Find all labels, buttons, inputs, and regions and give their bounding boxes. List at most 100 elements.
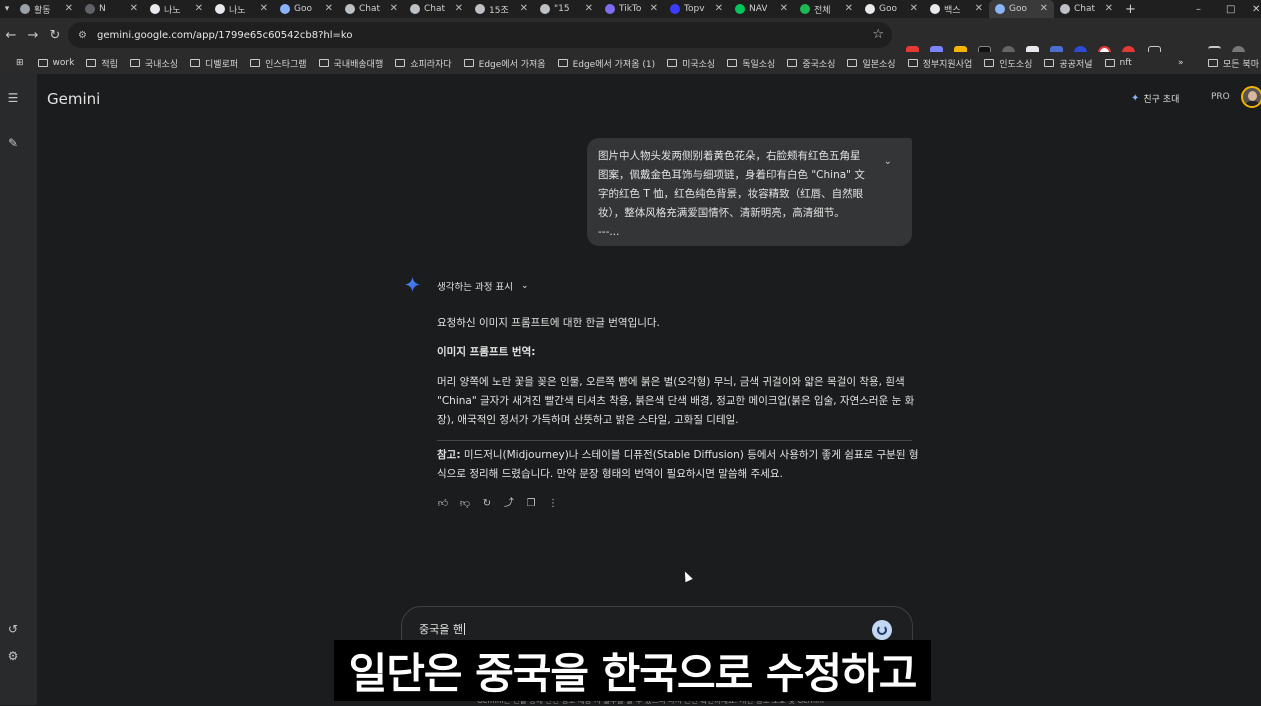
bookmark-folder[interactable]: Edge에서 가져옴 (1) <box>557 57 655 70</box>
browser-tab[interactable]: N ✕ <box>79 0 144 18</box>
tab-close-icon[interactable]: ✕ <box>845 3 853 14</box>
activity-history-icon[interactable]: ↺ <box>6 622 20 636</box>
browser-tab[interactable]: 백스 ✕ <box>924 0 989 18</box>
tab-favicon-icon <box>475 4 485 14</box>
bookmark-folder[interactable]: nft <box>1104 57 1132 70</box>
tab-close-icon[interactable]: ✕ <box>780 3 788 14</box>
bookmark-list: work 적립 국내소싱 디벨로퍼 인스타그램 국내배송대행 쇼피라자다 Edge에서 가져옴… <box>37 57 1144 70</box>
browser-tab[interactable]: Goo ✕ <box>859 0 924 18</box>
bookmark-star-icon[interactable]: ☆ <box>872 27 884 42</box>
side-rail: ☰ ✎ ↺ ⚙ <box>0 74 37 705</box>
tab-close-icon[interactable]: ✕ <box>130 3 138 14</box>
bookmark-folder[interactable]: 국내소싱 <box>129 57 178 70</box>
bookmark-folder[interactable]: Edge에서 가져옴 <box>463 57 546 70</box>
bookmark-folder[interactable]: 국내배송대행 <box>318 57 384 70</box>
bookmark-folder[interactable]: 쇼피라자다 <box>395 57 452 70</box>
browser-tab[interactable]: 15조 ✕ <box>469 0 534 18</box>
invite-friend-button[interactable]: ✦ 친구 초대 <box>1131 92 1179 105</box>
tab-close-icon[interactable]: ✕ <box>910 3 918 14</box>
share-icon[interactable]: ⤴ <box>503 498 515 510</box>
user-message-line: 图案，佩戴金色耳饰与细项链，身着印有白色 "China" 文 <box>598 169 865 181</box>
account-avatar[interactable] <box>1241 86 1261 108</box>
bookmark-folder[interactable]: 미국소싱 <box>667 57 715 70</box>
browser-tab[interactable]: Goo ✕ <box>989 0 1054 18</box>
browser-tab[interactable]: 활동 ✕ <box>14 0 79 18</box>
tab-close-icon[interactable]: ✕ <box>650 3 658 14</box>
bookmark-folder[interactable]: 정부지원사업 <box>907 57 973 70</box>
new-tab-button[interactable]: + <box>1125 2 1136 17</box>
more-options-icon[interactable]: ⋮ <box>547 498 559 510</box>
tab-label: 전체 <box>814 5 831 16</box>
folder-icon <box>37 59 48 67</box>
browser-tab[interactable]: Chat ✕ <box>1054 0 1119 18</box>
tab-search-icon[interactable]: ▾ <box>0 0 14 18</box>
close-window-button[interactable]: ✕ <box>1252 0 1260 18</box>
back-icon[interactable]: ← <box>0 28 22 43</box>
bookmark-folder[interactable]: 공공저널 <box>1044 57 1093 70</box>
expand-chevron-icon[interactable]: ⌄ <box>884 152 892 171</box>
address-bar[interactable]: ⚙ gemini.google.com/app/1799e65c60542cb8… <box>68 22 892 48</box>
tab-close-icon[interactable]: ✕ <box>325 3 333 14</box>
bookmark-folder[interactable]: 중국소싱 <box>787 57 835 70</box>
bookmark-label: 국내배송대행 <box>333 59 384 70</box>
tab-close-icon[interactable]: ✕ <box>1105 3 1113 14</box>
thumbs-up-icon[interactable]: 👍︎ <box>437 498 449 510</box>
show-thinking-toggle[interactable]: 생각하는 과정 표시 ⌄ <box>437 279 529 293</box>
browser-tab[interactable]: 전체 ✕ <box>794 0 859 18</box>
browser-tab[interactable]: Chat ✕ <box>339 0 404 18</box>
bookmark-folder[interactable]: 적립 <box>86 57 118 70</box>
send-button[interactable] <box>872 620 892 640</box>
tab-close-icon[interactable]: ✕ <box>260 3 268 14</box>
all-bookmarks-button[interactable]: 모든 북마 <box>1208 57 1259 70</box>
bookmark-folder[interactable]: 인도소싱 <box>984 57 1032 70</box>
gemini-logo-text[interactable]: Gemini <box>47 90 100 108</box>
regenerate-icon[interactable]: ↻ <box>481 498 493 510</box>
tab-close-icon[interactable]: ✕ <box>455 3 463 14</box>
bookmark-folder[interactable]: 독일소싱 <box>727 57 775 70</box>
prompt-input-field[interactable]: 중국을 핸 <box>419 621 465 637</box>
browser-tab[interactable]: TikTo ✕ <box>599 0 664 18</box>
browser-tab[interactable]: Topv ✕ <box>664 0 729 18</box>
browser-tab[interactable]: Chat ✕ <box>404 0 469 18</box>
new-chat-icon[interactable]: ✎ <box>6 136 20 150</box>
tab-favicon-icon <box>995 4 1005 14</box>
bookmark-label: nft <box>1119 58 1132 68</box>
tab-favicon-icon <box>1060 4 1070 14</box>
bookmark-folder[interactable]: work <box>37 57 74 70</box>
main-menu-icon[interactable]: ☰ <box>6 91 20 105</box>
tab-favicon-icon <box>800 4 810 14</box>
bookmarks-more-button[interactable]: » <box>1178 58 1184 68</box>
tab-label: Chat <box>1074 4 1096 14</box>
bookmark-label: 정부지원사업 <box>922 59 973 70</box>
copy-icon[interactable]: ❐ <box>525 498 537 510</box>
apps-grid-icon[interactable]: ⊞ <box>16 58 24 68</box>
browser-tab[interactable]: NAV ✕ <box>729 0 794 18</box>
tab-close-icon[interactable]: ✕ <box>715 3 723 14</box>
folder-icon <box>86 59 97 67</box>
bookmark-folder[interactable]: 디벨로퍼 <box>190 57 238 70</box>
tab-label: "15 <box>554 4 570 14</box>
sparkle-icon: ✦ <box>1131 93 1140 104</box>
maximize-button[interactable]: □ <box>1226 0 1235 18</box>
tab-close-icon[interactable]: ✕ <box>975 3 983 14</box>
browser-tab[interactable]: "15 ✕ <box>534 0 599 18</box>
browser-tab[interactable]: 나노 ✕ <box>209 0 274 18</box>
browser-tab-strip: ▾ 활동 ✕ N ✕ 나노 ✕ 나노 ✕ Goo ✕ Chat ✕ Chat ✕ 15조 ✕ "15 ✕ TikTo… <box>0 0 1261 18</box>
tab-close-icon[interactable]: ✕ <box>195 3 203 14</box>
browser-tab[interactable]: 나노 ✕ <box>144 0 209 18</box>
minimize-button[interactable]: – <box>1196 0 1201 18</box>
bookmark-label: 독일소싱 <box>742 59 776 70</box>
reload-icon[interactable]: ↻ <box>44 28 66 43</box>
tab-close-icon[interactable]: ✕ <box>390 3 398 14</box>
tab-close-icon[interactable]: ✕ <box>1040 3 1048 14</box>
thumbs-down-icon[interactable]: 👎︎ <box>459 498 471 510</box>
bookmark-folder[interactable]: 일본소싱 <box>847 57 896 70</box>
browser-tab[interactable]: Goo ✕ <box>274 0 339 18</box>
tab-close-icon[interactable]: ✕ <box>520 3 528 14</box>
tab-close-icon[interactable]: ✕ <box>585 3 593 14</box>
settings-gear-icon[interactable]: ⚙ <box>6 649 20 663</box>
site-info-icon[interactable]: ⚙ <box>78 30 87 41</box>
bookmark-folder[interactable]: 인스타그램 <box>250 57 307 70</box>
tab-close-icon[interactable]: ✕ <box>65 3 73 14</box>
forward-icon[interactable]: → <box>22 28 44 43</box>
